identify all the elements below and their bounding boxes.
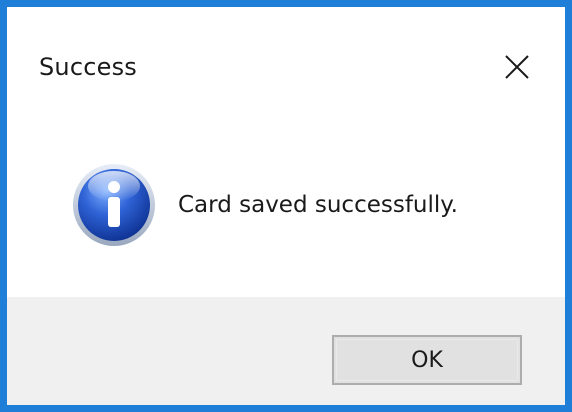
information-icon xyxy=(71,162,157,248)
dialog-content: Card saved successfully. xyxy=(7,117,565,297)
close-icon xyxy=(505,55,529,79)
ok-button[interactable]: OK xyxy=(332,335,522,385)
dialog-title: Success xyxy=(39,53,138,81)
button-bar: OK xyxy=(7,297,565,405)
message-text: Card saved successfully. xyxy=(178,192,458,218)
close-button[interactable] xyxy=(497,47,537,87)
message-dialog: Success Card saved successfully. OK xyxy=(0,0,572,412)
title-bar: Success xyxy=(7,7,565,117)
